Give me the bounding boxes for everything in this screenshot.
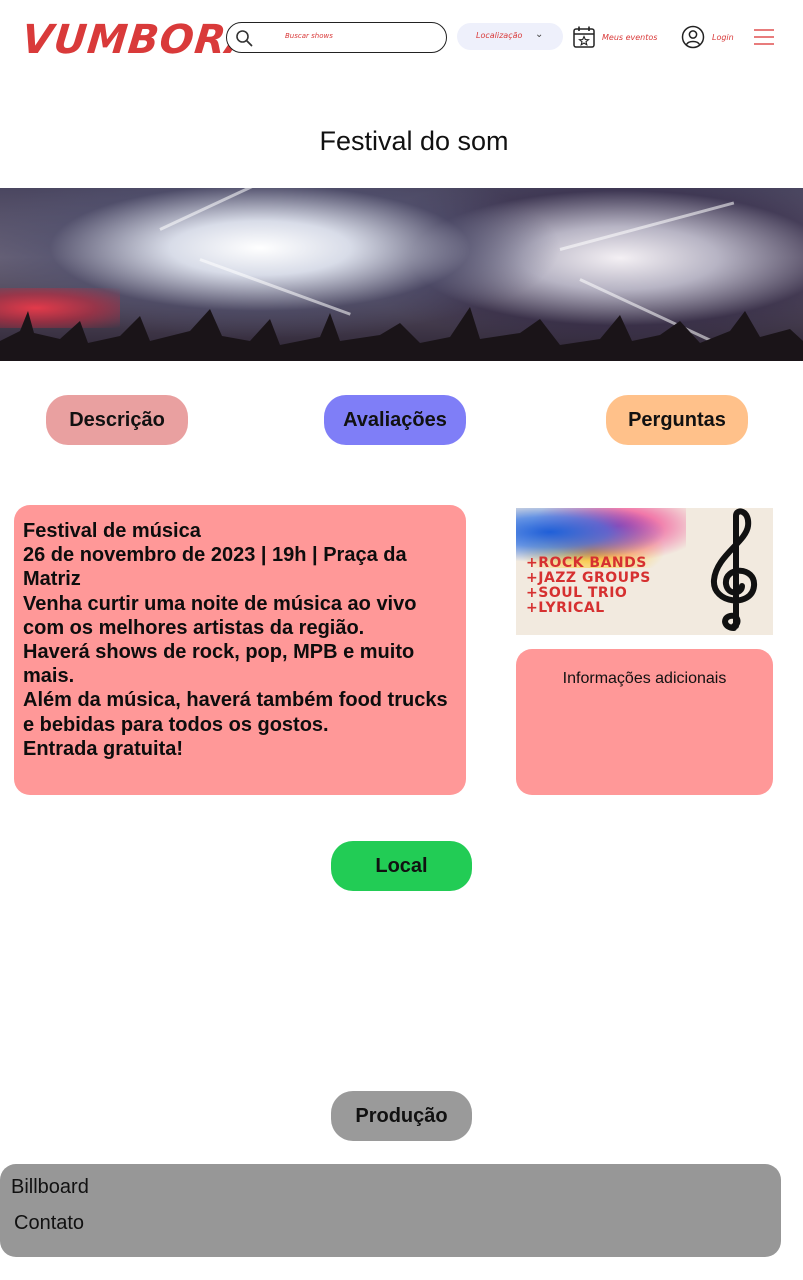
event-date-place: 26 de novembro de 2023 | 19h | Praça da … (23, 544, 407, 591)
footer-link-billboard[interactable]: Billboard (11, 1176, 89, 1199)
event-genres: Haverá shows de rock, pop, MPB e muito m… (23, 641, 415, 688)
my-events-label: Meus eventos (602, 33, 658, 42)
footer-link-contato[interactable]: Contato (14, 1212, 84, 1235)
search-placeholder: Buscar shows (285, 32, 333, 40)
local-button[interactable]: Local (331, 841, 472, 891)
event-name: Festival de música (23, 520, 201, 542)
search-input[interactable]: Buscar shows (226, 22, 447, 53)
search-icon (236, 30, 253, 47)
login-label: Login (712, 33, 734, 42)
event-poster-image: +ROCK BANDS +JAZZ GROUPS +SOUL TRIO +LYR… (516, 508, 773, 635)
user-icon (681, 25, 705, 49)
additional-info-card[interactable]: Informações adicionais (516, 649, 773, 795)
page-title: Festival do som (319, 126, 509, 156)
event-intro: Venha curtir uma noite de música ao vivo… (23, 592, 417, 639)
poster-line: +SOUL TRIO (526, 585, 628, 601)
light-beam (159, 188, 288, 231)
event-entry: Entrada gratuita! (23, 737, 184, 760)
my-events-link[interactable]: Meus eventos (572, 25, 658, 49)
treble-clef-icon (711, 508, 757, 631)
footer: Billboard Contato (0, 1164, 781, 1257)
login-link[interactable]: Login (681, 25, 741, 51)
poster-line: +ROCK BANDS (526, 555, 647, 571)
location-label: Localização (476, 31, 523, 40)
light-beam (559, 201, 735, 251)
location-dropdown[interactable]: Localização ⌄ (457, 23, 563, 50)
calendar-star-icon (573, 26, 595, 48)
description-card: Festival de música 26 de novembro de 202… (14, 505, 466, 795)
vumbora-logo[interactable]: VUMBORA? (19, 16, 286, 64)
tab-descricao[interactable]: Descrição (46, 395, 188, 445)
tab-avaliacoes[interactable]: Avaliações (324, 395, 466, 445)
hero-concert-image (0, 188, 803, 361)
poster-line: +JAZZ GROUPS (526, 570, 651, 586)
producao-button[interactable]: Produção (331, 1091, 472, 1141)
poster-lineup: +ROCK BANDS +JAZZ GROUPS +SOUL TRIO +LYR… (526, 556, 651, 616)
chevron-down-icon: ⌄ (535, 29, 544, 40)
event-extras: Além da música, haverá também food truck… (23, 689, 448, 736)
hamburger-menu-icon[interactable] (752, 27, 776, 47)
crowd-silhouette (0, 307, 803, 361)
additional-info-label: Informações adicionais (562, 670, 727, 687)
tab-perguntas[interactable]: Perguntas (606, 395, 748, 445)
poster-line: +LYRICAL (526, 600, 605, 616)
